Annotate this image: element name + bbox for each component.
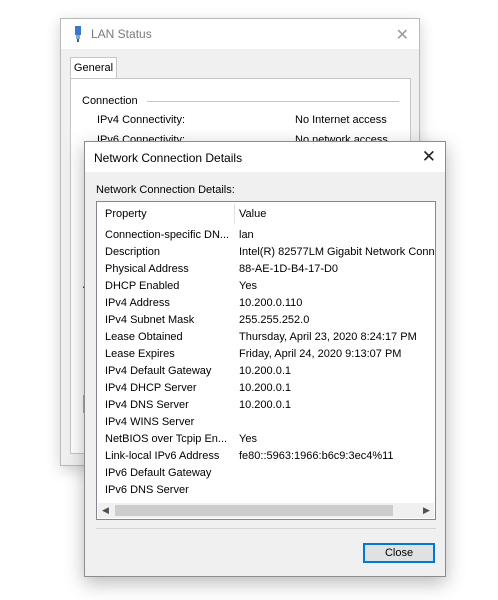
list-item[interactable]: IPv4 WINS Server	[97, 414, 435, 431]
property-cell: Physical Address	[105, 263, 189, 275]
details-titlebar[interactable]: Network Connection Details ✕	[85, 142, 445, 172]
list-item[interactable]: Lease Expires Friday, April 24, 2020 9:13…	[97, 346, 435, 363]
tab-general[interactable]: General	[70, 57, 117, 79]
property-cell: Lease Expires	[105, 348, 175, 360]
value-cell: 10.200.0.1	[239, 399, 291, 411]
network-adapter-icon	[75, 26, 81, 42]
value-cell: Yes	[239, 280, 257, 292]
property-cell: DHCP Enabled	[105, 280, 180, 292]
lan-status-titlebar[interactable]: LAN Status ✕	[61, 19, 419, 49]
list-item[interactable]: Physical Address 88-AE-1D-B4-17-D0	[97, 261, 435, 278]
property-cell: Lease Obtained	[105, 331, 183, 343]
property-cell: IPv4 Subnet Mask	[105, 314, 195, 326]
value-cell: 10.200.0.110	[239, 297, 303, 309]
list-item[interactable]: Connection-specific DN... lan	[97, 227, 435, 244]
list-item[interactable]: DHCP Enabled Yes	[97, 278, 435, 295]
list-item[interactable]: Lease Obtained Thursday, April 23, 2020 8…	[97, 329, 435, 346]
property-cell: IPv6 Default Gateway	[105, 467, 212, 479]
list-item[interactable]: Description Intel(R) 82577LM Gigabit Netw…	[97, 244, 435, 261]
value-cell: Thursday, April 23, 2020 8:24:17 PM	[239, 331, 417, 343]
horizontal-scrollbar[interactable]: ◀ ▶	[98, 503, 434, 518]
value-cell: Intel(R) 82577LM Gigabit Network Conne	[239, 246, 435, 258]
value-cell: 10.200.0.1	[239, 365, 291, 377]
details-list[interactable]: Property Value Connection-specific DN...…	[96, 201, 436, 520]
list-item[interactable]: IPv6 Default Gateway	[97, 465, 435, 482]
list-rows: Connection-specific DN... lan Description I…	[97, 227, 435, 499]
property-cell: Description	[105, 246, 161, 258]
section-divider	[147, 101, 399, 102]
dialog-divider	[96, 528, 436, 529]
list-item[interactable]: IPv6 DNS Server	[97, 482, 435, 499]
column-separator[interactable]	[234, 204, 235, 224]
property-cell: IPv4 Default Gateway	[105, 365, 212, 377]
property-cell: Connection-specific DN...	[105, 229, 230, 241]
value-cell: fe80::5963:1966:b6c9:3ec4%11	[239, 450, 394, 462]
connection-section-heading: Connection	[82, 95, 138, 107]
list-item[interactable]: IPv4 Subnet Mask 255.255.252.0	[97, 312, 435, 329]
list-header: Property Value	[97, 202, 435, 226]
property-cell: IPv4 DHCP Server	[105, 382, 197, 394]
list-item[interactable]: NetBIOS over Tcpip En... Yes	[97, 431, 435, 448]
list-item[interactable]: IPv4 DNS Server 10.200.0.1	[97, 397, 435, 414]
scroll-left-arrow-icon[interactable]: ◀	[98, 503, 113, 518]
property-cell: IPv6 DNS Server	[105, 484, 189, 496]
list-item[interactable]: IPv4 DHCP Server 10.200.0.1	[97, 380, 435, 397]
value-cell: lan	[239, 229, 254, 241]
close-button[interactable]: Close	[363, 543, 435, 563]
details-title: Network Connection Details	[94, 151, 243, 165]
value-cell: 10.200.0.1	[239, 382, 291, 394]
property-cell: IPv4 Address	[105, 297, 170, 309]
column-header-property[interactable]: Property	[105, 208, 147, 220]
details-list-label: Network Connection Details:	[96, 184, 235, 196]
value-cell: Friday, April 24, 2020 9:13:07 PM	[239, 348, 402, 360]
value-cell: 255.255.252.0	[239, 314, 310, 326]
property-cell: IPv4 WINS Server	[105, 416, 195, 428]
ipv4-connectivity-label: IPv4 Connectivity:	[97, 114, 186, 126]
ipv4-connectivity-value: No Internet access	[295, 114, 387, 126]
network-connection-details-dialog: Network Connection Details ✕ Network Con…	[84, 141, 446, 577]
column-header-value[interactable]: Value	[239, 208, 266, 220]
property-cell: IPv4 DNS Server	[105, 399, 189, 411]
scrollbar-thumb[interactable]	[115, 505, 393, 516]
list-item[interactable]: IPv4 Address 10.200.0.110	[97, 295, 435, 312]
property-cell: NetBIOS over Tcpip En...	[105, 433, 228, 445]
close-icon[interactable]: ✕	[396, 25, 409, 45]
lan-status-title: LAN Status	[91, 27, 152, 41]
property-cell: Link-local IPv6 Address	[105, 450, 220, 462]
value-cell: Yes	[239, 433, 257, 445]
list-item[interactable]: Link-local IPv6 Address fe80::5963:1966:b…	[97, 448, 435, 465]
list-item[interactable]: IPv4 Default Gateway 10.200.0.1	[97, 363, 435, 380]
scroll-right-arrow-icon[interactable]: ▶	[419, 503, 434, 518]
value-cell: 88-AE-1D-B4-17-D0	[239, 263, 339, 275]
close-icon[interactable]: ✕	[422, 147, 436, 167]
